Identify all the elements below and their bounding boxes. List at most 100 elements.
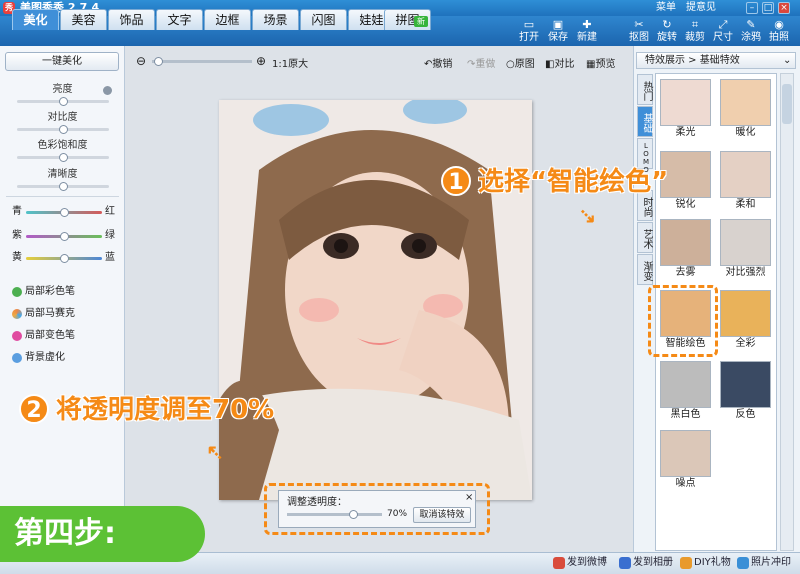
sharpness-slider[interactable] xyxy=(17,182,109,191)
yellow-label: 黄 xyxy=(12,252,22,263)
effect-thumbnail xyxy=(720,219,771,266)
local-mosaic[interactable]: 局部马赛克 xyxy=(25,307,75,321)
background-blur[interactable]: 背景虚化 xyxy=(25,351,65,365)
scrollbar-thumb[interactable] xyxy=(782,84,792,124)
vtab-gradient[interactable]: 渐变 xyxy=(637,254,653,285)
rotate-button[interactable]: ↻ 旋转 xyxy=(654,18,680,46)
step1-number: 1 xyxy=(441,166,471,196)
slider-thumb[interactable] xyxy=(58,97,68,106)
diy-gift-link[interactable]: DIY礼物 xyxy=(694,556,731,570)
save-button[interactable]: ▣ 保存 xyxy=(545,18,571,46)
effect-thumbnail xyxy=(660,361,711,408)
one-click-beautify-button[interactable]: 一键美化 xyxy=(5,52,119,71)
cutout-button[interactable]: ✂ 抠图 xyxy=(626,18,652,46)
smart-color-highlight xyxy=(648,285,718,357)
camera-icon: ◉ xyxy=(774,18,784,31)
slider-thumb[interactable] xyxy=(58,125,68,134)
effect-warm[interactable]: 暖化 xyxy=(718,79,773,141)
sharpness-label: 清晰度 xyxy=(47,169,78,180)
menu-button[interactable]: 菜单 xyxy=(656,1,676,15)
mosaic-icon xyxy=(12,309,22,319)
effect-full-color[interactable]: 全彩 xyxy=(718,290,773,352)
doodle-button[interactable]: ✎ 涂鸦 xyxy=(738,18,764,46)
zoom-slider[interactable] xyxy=(152,57,252,66)
minimize-button[interactable]: – xyxy=(746,2,758,14)
effects-scrollbar[interactable] xyxy=(780,73,794,551)
vtab-hot[interactable]: 热门 xyxy=(637,74,653,105)
effect-soft-light[interactable]: 柔光 xyxy=(658,79,713,141)
step1-annotation: 选择“智能绘色” xyxy=(478,167,669,197)
resize-icon: ⤢ xyxy=(718,18,728,31)
yellow-blue-slider[interactable] xyxy=(26,254,102,263)
divider xyxy=(6,196,119,197)
tab-beautify[interactable]: 美化 xyxy=(12,9,59,30)
saturation-slider[interactable] xyxy=(17,153,109,162)
new-button[interactable]: ✚ 新建 xyxy=(574,18,600,46)
effects-header: 特效展示 > 基础特效 ⌄ xyxy=(636,52,796,69)
preview-button[interactable]: ▦预览 xyxy=(586,55,615,70)
photo-print-link[interactable]: 照片冲印 xyxy=(751,556,791,570)
crop-button[interactable]: ⌗ 裁剪 xyxy=(682,18,708,46)
effect-black-white[interactable]: 黑白色 xyxy=(658,361,713,423)
tab-flash[interactable]: 闪图 xyxy=(300,9,347,30)
open-button[interactable]: ▭ 打开 xyxy=(516,18,542,46)
share-album-link[interactable]: 发到相册 xyxy=(633,556,673,570)
effect-soft[interactable]: 柔和 xyxy=(718,151,773,213)
effect-high-contrast[interactable]: 对比强烈 xyxy=(718,219,773,281)
tab-frame[interactable]: 边框 xyxy=(204,9,251,30)
vtab-art[interactable]: 艺术 xyxy=(637,222,653,253)
brightness-slider[interactable] xyxy=(17,97,109,106)
undo-button[interactable]: ↶撤销 xyxy=(424,55,452,70)
vtab-lomo[interactable]: LOMO xyxy=(637,138,653,174)
green-label: 绿 xyxy=(105,230,115,241)
chevron-down-icon[interactable]: ⌄ xyxy=(783,53,791,68)
vtab-basic[interactable]: 基础 xyxy=(637,106,653,137)
tab-beauty[interactable]: 美容 xyxy=(60,9,107,30)
effect-thumbnail xyxy=(720,79,771,126)
effect-invert[interactable]: 反色 xyxy=(718,361,773,423)
slider-thumb[interactable] xyxy=(59,254,69,263)
local-color-brush[interactable]: 局部彩色笔 xyxy=(25,285,75,299)
slider-thumb[interactable] xyxy=(58,153,68,162)
compare-button[interactable]: ◧对比 xyxy=(545,55,574,70)
maximize-button[interactable]: □ xyxy=(762,2,774,14)
redo-button[interactable]: ↷重做 xyxy=(467,55,495,70)
close-button[interactable]: × xyxy=(778,2,790,14)
cyan-red-slider[interactable] xyxy=(26,208,102,217)
slider-thumb[interactable] xyxy=(59,232,69,241)
blur-icon xyxy=(12,353,22,363)
save-icon: ▣ xyxy=(552,18,564,31)
blue-label: 蓝 xyxy=(105,252,115,263)
print-icon xyxy=(737,557,749,569)
crop-icon: ⌗ xyxy=(691,18,699,31)
local-color-change[interactable]: 局部变色笔 xyxy=(25,329,75,343)
effect-dehaze[interactable]: 去雾 xyxy=(658,219,713,281)
tab-scene[interactable]: 场景 xyxy=(252,9,299,30)
zoom-out-icon[interactable]: ⊖ xyxy=(136,54,146,68)
share-weibo-link[interactable]: 发到微博 xyxy=(567,556,607,570)
tab-accessories[interactable]: 饰品 xyxy=(108,9,155,30)
feedback-button[interactable]: 提意见 xyxy=(686,1,716,15)
gift-icon xyxy=(680,557,692,569)
album-icon xyxy=(619,557,631,569)
effect-thumbnail xyxy=(660,430,711,477)
tab-text[interactable]: 文字 xyxy=(156,9,203,30)
slider-thumb[interactable] xyxy=(58,182,68,191)
original-button[interactable]: ○原图 xyxy=(506,55,535,70)
purple-green-slider[interactable] xyxy=(26,232,102,241)
contrast-slider[interactable] xyxy=(17,125,109,134)
effect-thumbnail xyxy=(720,361,771,408)
resize-button[interactable]: ⤢ 尺寸 xyxy=(710,18,736,46)
actual-size-button[interactable]: 1:1原大 xyxy=(272,55,308,70)
contrast-label: 对比度 xyxy=(47,112,78,123)
slider-thumb[interactable] xyxy=(59,208,69,217)
camera-button[interactable]: ◉ 拍照 xyxy=(766,18,792,46)
reset-icon[interactable] xyxy=(103,86,112,95)
zoom-in-icon[interactable]: ⊕ xyxy=(256,54,266,68)
effect-noise[interactable]: 噪点 xyxy=(658,430,713,492)
step2-annotation: 将透明度调至70% xyxy=(56,395,275,425)
edited-photo[interactable] xyxy=(219,100,532,500)
slider-thumb[interactable] xyxy=(153,57,163,66)
weibo-icon xyxy=(553,557,565,569)
opacity-highlight xyxy=(264,483,490,535)
